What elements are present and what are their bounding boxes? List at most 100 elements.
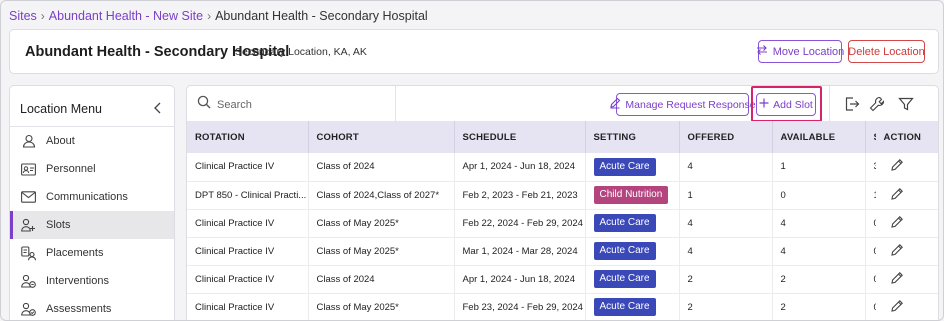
cell-schedule: Feb 2, 2023 - Feb 21, 2023 <box>454 181 586 210</box>
table-row[interactable]: Clinical Practice IV Class of 2024 Apr 1, … <box>187 153 938 182</box>
breadcrumb-separator-icon: › <box>40 9 45 23</box>
column-header-schedule[interactable]: SCHEDULE <box>454 121 586 153</box>
cell-offered: 1 <box>679 181 773 210</box>
slots-table: ROTATION COHORT SCHEDULE SETTING OFFERED… <box>187 121 938 320</box>
cell-action <box>874 153 938 182</box>
table-row[interactable]: Clinical Practice IV Class of 2024 Apr 1, … <box>187 265 938 294</box>
cell-schedule: Feb 23, 2024 - Feb 29, 2024 <box>454 293 586 320</box>
setting-badge: Acute Care <box>593 214 656 232</box>
cell-rotation: Clinical Practice IV <box>187 209 309 238</box>
app-window: Sites › Abundant Health - New Site › Abu… <box>0 0 944 321</box>
table-row[interactable]: Clinical Practice IV Class of May 2025* Ma… <box>187 237 938 266</box>
menu-item-interventions[interactable]: Interventions <box>10 267 174 295</box>
cell-action <box>874 181 938 210</box>
menu-item-assessments[interactable]: Assessments <box>10 295 174 320</box>
menu-item-slots[interactable]: Slots <box>10 211 174 239</box>
cell-available: 2 <box>772 293 866 320</box>
slots-toolbar: Manage Request Response Add Slot <box>187 86 938 122</box>
menu-item-label: Assessments <box>46 303 112 315</box>
cell-available: 4 <box>772 237 866 266</box>
cell-schedule: Mar 1, 2024 - Mar 28, 2024 <box>454 237 586 266</box>
person-icon <box>21 134 36 149</box>
delete-location-button[interactable]: Delete Location <box>848 40 925 63</box>
column-header-action: ACTION <box>874 121 938 153</box>
search-input[interactable] <box>217 98 367 111</box>
breadcrumb-sites[interactable]: Sites <box>9 9 37 23</box>
cell-rotation: DPT 850 - Clinical Practi... <box>187 181 309 210</box>
table-row[interactable]: Clinical Practice IV Class of May 2025* Fe… <box>187 209 938 238</box>
menu-item-label: About <box>46 135 75 147</box>
column-header-cohort[interactable]: COHORT <box>308 121 455 153</box>
edit-pencil-icon[interactable] <box>890 299 904 313</box>
slots-table-body: Clinical Practice IV Class of 2024 Apr 1, … <box>187 153 938 320</box>
swap-arrows-icon <box>756 44 768 59</box>
menu-item-about[interactable]: About <box>10 127 174 155</box>
edit-pencil-icon[interactable] <box>890 271 904 285</box>
table-row[interactable]: DPT 850 - Clinical Practi... Class of 202… <box>187 181 938 210</box>
cell-offered: 4 <box>679 209 773 238</box>
column-header-available[interactable]: AVAILABLE <box>772 121 866 153</box>
cell-cohort: Class of 2024 <box>308 265 455 294</box>
cell-rotation: Clinical Practice IV <box>187 293 309 320</box>
cell-setting: Acute Care <box>585 265 680 294</box>
column-header-setting[interactable]: SETTING <box>585 121 680 153</box>
menu-item-communications[interactable]: Communications <box>10 183 174 211</box>
edit-pencil-icon[interactable] <box>890 158 904 172</box>
manage-request-response-label: Manage Request Response <box>625 98 756 111</box>
column-header-offered[interactable]: OFFERED <box>679 121 773 153</box>
cell-setting: Child Nutrition <box>585 181 680 210</box>
mail-icon <box>21 190 36 205</box>
divider <box>395 86 396 121</box>
cell-offered: 4 <box>679 237 773 266</box>
cell-schedule: Apr 1, 2024 - Jun 18, 2024 <box>454 265 586 294</box>
add-slot-button[interactable]: Add Slot <box>756 93 816 116</box>
manage-request-response-button[interactable]: Manage Request Response <box>610 93 756 116</box>
cell-schedule: Feb 22, 2024 - Feb 29, 2024 <box>454 209 586 238</box>
move-location-button[interactable]: Move Location <box>756 40 845 63</box>
setting-badge: Acute Care <box>593 298 656 316</box>
cell-cohort: Class of May 2025* <box>308 293 455 320</box>
cell-available: 4 <box>772 209 866 238</box>
cell-rotation: Clinical Practice IV <box>187 265 309 294</box>
edit-pencil-icon[interactable] <box>890 187 904 201</box>
filter-icon[interactable] <box>897 95 915 113</box>
table-row[interactable]: Clinical Practice IV Class of May 2025* Fe… <box>187 293 938 320</box>
plus-icon <box>759 98 769 111</box>
cell-available: 2 <box>772 265 866 294</box>
breadcrumb-site[interactable]: Abundant Health - New Site <box>49 9 203 23</box>
cell-rotation: Clinical Practice IV <box>187 153 309 182</box>
menu-item-placements[interactable]: Placements <box>10 239 174 267</box>
edit-pencil-icon[interactable] <box>890 243 904 257</box>
menu-item-personnel[interactable]: Personnel <box>10 155 174 183</box>
cell-available: 0 <box>772 181 866 210</box>
placement-icon <box>21 245 36 261</box>
id-card-icon <box>21 162 36 177</box>
pencil-icon <box>609 97 621 112</box>
cell-action <box>874 265 938 294</box>
column-header-rotation[interactable]: ROTATION <box>187 121 309 153</box>
cell-schedule: Apr 1, 2024 - Jun 18, 2024 <box>454 153 586 182</box>
cell-cohort: Class of 2024,Class of 2027* <box>308 181 455 210</box>
cell-action <box>874 237 938 266</box>
search-box <box>197 95 367 114</box>
edit-pencil-icon[interactable] <box>890 215 904 229</box>
delete-location-label: Delete Location <box>848 45 925 58</box>
menu-item-label: Communications <box>46 191 128 203</box>
cell-setting: Acute Care <box>585 237 680 266</box>
cell-offered: 4 <box>679 153 773 182</box>
move-location-label: Move Location <box>772 45 845 58</box>
cell-cohort: Class of 2024 <box>308 153 455 182</box>
setting-badge: Child Nutrition <box>593 186 669 204</box>
location-menu: Location Menu About Personnel Communicat… <box>9 85 175 320</box>
chevron-left-icon[interactable] <box>150 100 166 116</box>
cell-available: 1 <box>772 153 866 182</box>
assessment-icon <box>21 302 36 317</box>
wrench-icon[interactable] <box>868 95 886 113</box>
people-icon <box>21 218 36 233</box>
cell-setting: Acute Care <box>585 153 680 182</box>
search-icon <box>197 95 211 114</box>
breadcrumb-separator-icon: › <box>207 9 212 23</box>
export-icon[interactable] <box>843 95 861 113</box>
cell-setting: Acute Care <box>585 209 680 238</box>
menu-item-label: Personnel <box>46 163 96 175</box>
